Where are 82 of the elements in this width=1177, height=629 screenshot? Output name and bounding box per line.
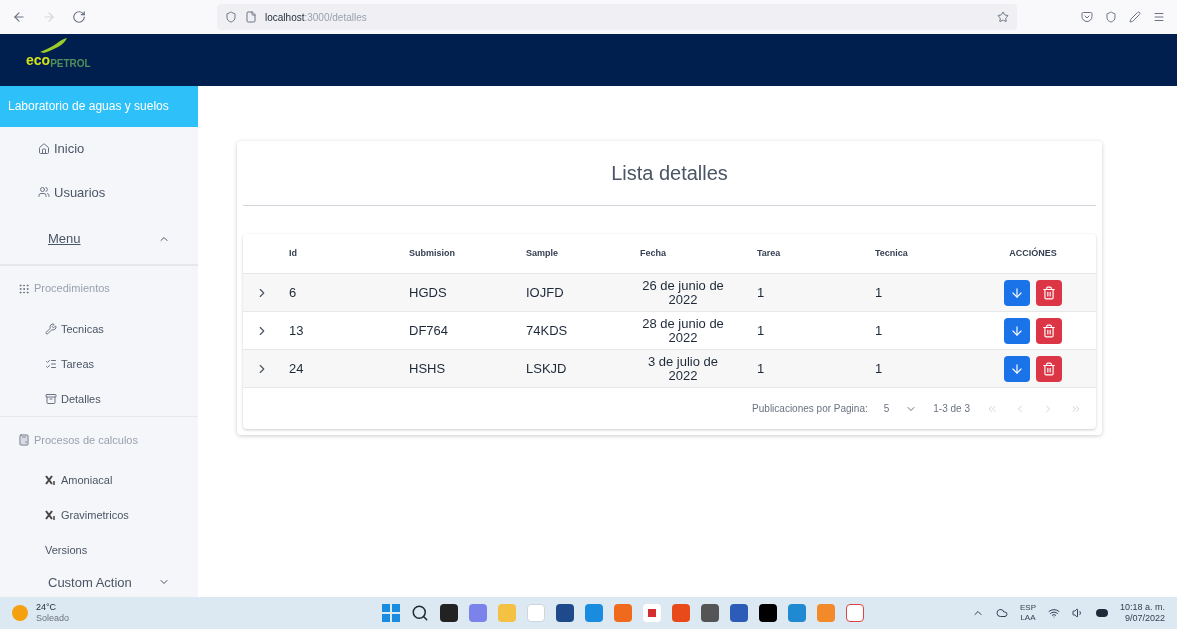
table-cell: HGDS xyxy=(409,284,447,300)
grid-icon xyxy=(18,282,30,295)
clock[interactable]: 10:18 a. m. 9/07/2022 xyxy=(1119,602,1165,624)
download-button[interactable] xyxy=(1004,355,1030,382)
column-header: Id xyxy=(289,247,297,258)
section-header: Procedimientos xyxy=(0,264,198,312)
page-icon xyxy=(245,11,257,23)
download-button[interactable] xyxy=(1004,317,1030,344)
table-cell: 1 xyxy=(757,284,765,300)
windows-start-icon[interactable] xyxy=(382,604,400,622)
delete-button[interactable] xyxy=(1036,355,1062,382)
table-cell-text: 26 de junio de 2022 xyxy=(641,278,725,307)
table-cell: 24 xyxy=(289,360,304,376)
address-bar[interactable]: localhost:3000/detalles xyxy=(217,4,1017,30)
table-cell-text: 3 de julio de 2022 xyxy=(646,354,720,383)
card-title: Lista detalles xyxy=(243,141,1096,206)
sidebar-item[interactable]: Versions xyxy=(0,532,198,568)
table-cell: 13 xyxy=(289,322,304,338)
column-header: Sample xyxy=(526,247,558,258)
table-cell: 1 xyxy=(875,360,883,376)
shield-icon[interactable] xyxy=(1105,11,1117,23)
table-cell: 1 xyxy=(875,284,883,300)
table-cell: HSHS xyxy=(409,360,446,376)
table-cell: IOJFD xyxy=(526,284,564,300)
sidebar-item[interactable]: Inicio xyxy=(0,126,198,171)
reload-icon[interactable] xyxy=(72,10,86,24)
table-cell: 1 xyxy=(757,360,765,376)
table-cell-text: 28 de junio de 2022 xyxy=(641,316,725,345)
language-indicator[interactable]: ESP LAA xyxy=(1019,603,1036,623)
pocket-icon[interactable] xyxy=(1081,11,1093,23)
column-header: Fecha xyxy=(640,247,666,258)
sidebar-item[interactable]: Tareas xyxy=(0,346,198,382)
trash-icon xyxy=(1042,323,1056,338)
users-icon xyxy=(38,186,50,199)
trash-icon xyxy=(1042,361,1056,376)
column-header: ACCIÓNES xyxy=(1009,247,1057,258)
sidebar-item[interactable]: Usuarios xyxy=(0,170,198,215)
temperature: 24°C xyxy=(36,602,58,613)
sidebar-item[interactable]: Gravimetricos xyxy=(0,497,198,533)
sidebar-item[interactable]: Amoniacal xyxy=(0,462,198,498)
table-cell: 1 xyxy=(875,322,883,338)
rows-per-page-label: Publicaciones por Pagina: xyxy=(752,402,868,416)
home-icon xyxy=(38,142,50,155)
trash-icon xyxy=(1042,285,1056,300)
table-cell: 74KDS xyxy=(526,322,568,338)
menu-toggle[interactable]: Menu xyxy=(0,214,198,265)
variable-icon xyxy=(45,474,57,487)
checklist-icon xyxy=(45,357,57,370)
archive-icon xyxy=(45,392,57,405)
menu-icon[interactable] xyxy=(1153,11,1165,23)
sun-icon xyxy=(12,605,28,621)
download-button[interactable] xyxy=(1004,279,1030,306)
sidebar-item[interactable]: Tecnicas xyxy=(0,311,198,347)
shield-icon xyxy=(225,11,237,23)
calculator-icon xyxy=(18,434,30,447)
table-cell: 1 xyxy=(757,322,765,338)
url-text: localhost:3000/detalles xyxy=(265,10,367,25)
back-icon[interactable] xyxy=(12,10,26,24)
delete-button[interactable] xyxy=(1036,279,1062,306)
menu-toggle[interactable]: Custom Action xyxy=(0,567,198,597)
section-header: Procesos de calculos xyxy=(0,416,198,463)
rows-per-page-select[interactable]: 5 xyxy=(883,401,918,416)
delete-button[interactable] xyxy=(1036,317,1062,344)
column-header: Tarea xyxy=(757,247,781,258)
weather-text: Soleado xyxy=(36,613,70,624)
bookmark-star-icon[interactable] xyxy=(997,11,1009,23)
pen-icon[interactable] xyxy=(1129,11,1141,23)
table-cell: DF764 xyxy=(409,322,449,338)
table-cell: 6 xyxy=(289,284,297,300)
page-range: 1-3 de 3 xyxy=(933,402,970,416)
table-cell: LSKJD xyxy=(526,360,567,376)
lizard-icon xyxy=(40,37,68,54)
cloud-icon[interactable] xyxy=(995,607,1008,619)
variable-icon xyxy=(45,509,57,522)
column-header: Submision xyxy=(409,247,455,258)
search-icon[interactable] xyxy=(411,604,429,622)
sidebar-title: Laboratorio de aguas y suelos xyxy=(0,86,198,127)
sidebar-item[interactable]: Detalles xyxy=(0,381,198,417)
volume-icon[interactable] xyxy=(1071,607,1084,619)
wrench-icon xyxy=(45,322,57,335)
column-header: Tecnica xyxy=(875,247,908,258)
wifi-icon[interactable] xyxy=(1047,607,1060,619)
